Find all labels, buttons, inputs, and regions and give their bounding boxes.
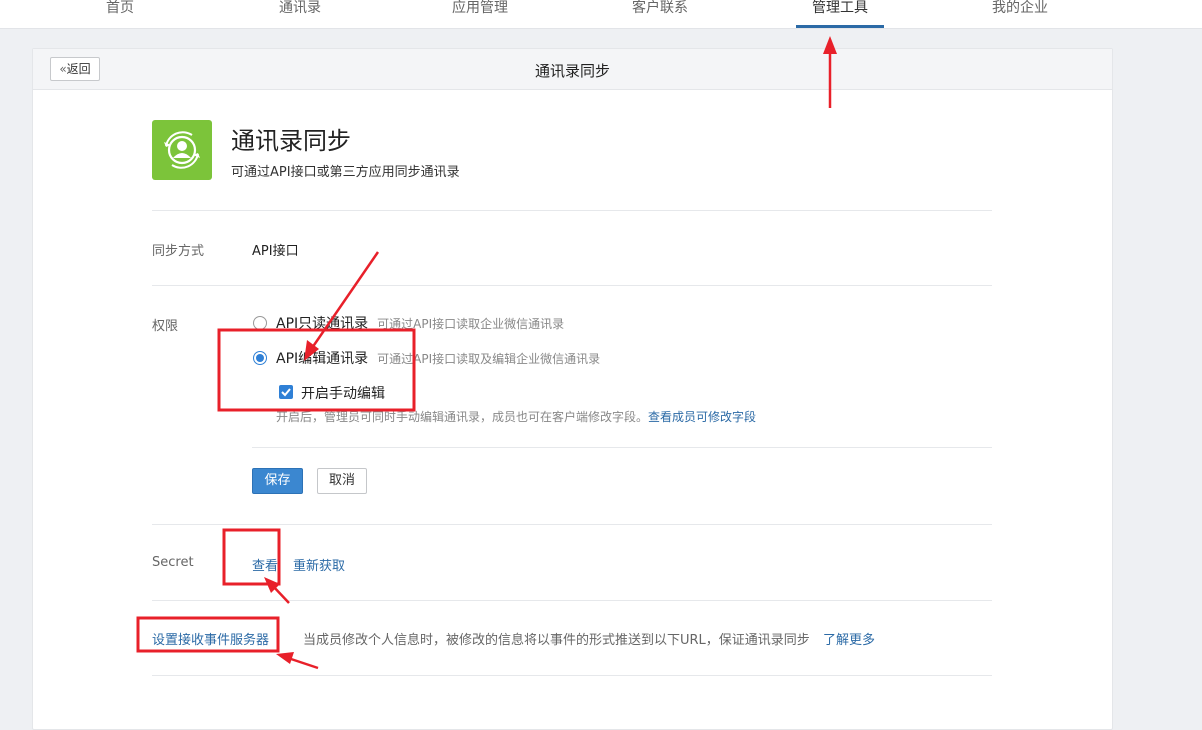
divider — [252, 447, 992, 448]
main-card: «返回 通讯录同步 通讯录同步 可通过API接口或第三方应用同步通讯录 同步方式… — [32, 48, 1113, 730]
divider — [152, 210, 992, 211]
nav-item-apps[interactable]: 应用管理 — [415, 0, 545, 28]
permission-label: 权限 — [152, 319, 179, 334]
card-header: «返回 通讯录同步 — [33, 49, 1112, 90]
app-title: 通讯录同步 — [231, 127, 351, 155]
save-button[interactable]: 保存 — [252, 468, 303, 494]
editable-fields-link[interactable]: 查看成员可修改字段 — [648, 410, 756, 424]
sync-method-label: 同步方式 — [152, 244, 205, 259]
nav-item-home[interactable]: 首页 — [55, 0, 185, 28]
app-description: 可通过API接口或第三方应用同步通讯录 — [231, 165, 460, 180]
secret-label: Secret — [152, 555, 194, 570]
divider — [152, 675, 992, 676]
page-title: 通讯录同步 — [534, 62, 610, 80]
divider — [152, 600, 992, 601]
event-description: 当成员修改个人信息时，被修改的信息将以事件的形式推送到以下URL，保证通讯录同步 — [303, 633, 810, 648]
top-nav: 首页 通讯录 应用管理 客户联系 管理工具 我的企业 — [0, 0, 1202, 29]
refresh-secret-link[interactable]: 重新获取 — [293, 555, 345, 574]
nav-item-tools[interactable]: 管理工具 — [775, 0, 905, 28]
view-secret-link[interactable]: 查看 — [252, 555, 278, 574]
manual-edit-checkbox[interactable] — [279, 385, 293, 399]
nav-item-enterprise[interactable]: 我的企业 — [955, 0, 1085, 28]
learn-more-link[interactable]: 了解更多 — [823, 629, 875, 648]
event-server-link[interactable]: 设置接收事件服务器 — [152, 629, 269, 648]
checkmark-icon — [281, 388, 291, 397]
nav-item-customer[interactable]: 客户联系 — [595, 0, 725, 28]
radio-checked-icon[interactable] — [253, 351, 267, 365]
contact-sync-icon — [152, 120, 212, 180]
manual-edit-note: 开启后，管理员可同时手动编辑通讯录，成员也可在客户端修改字段。查看成员可修改字段 — [276, 410, 757, 424]
manual-edit-label: 开启手动编辑 — [301, 386, 385, 402]
permission-option-edit[interactable]: API编辑通讯录 可通过API接口读取及编辑企业微信通讯录 — [253, 348, 600, 368]
divider — [152, 285, 992, 286]
sync-method-value: API接口 — [252, 244, 299, 259]
active-tab-underline — [796, 25, 884, 28]
divider — [152, 524, 992, 525]
radio-unchecked-icon[interactable] — [253, 316, 267, 330]
cancel-button[interactable]: 取消 — [317, 468, 367, 494]
nav-item-contacts[interactable]: 通讯录 — [235, 0, 365, 28]
permission-option-readonly[interactable]: API只读通讯录 可通过API接口读取企业微信通讯录 — [253, 313, 564, 333]
